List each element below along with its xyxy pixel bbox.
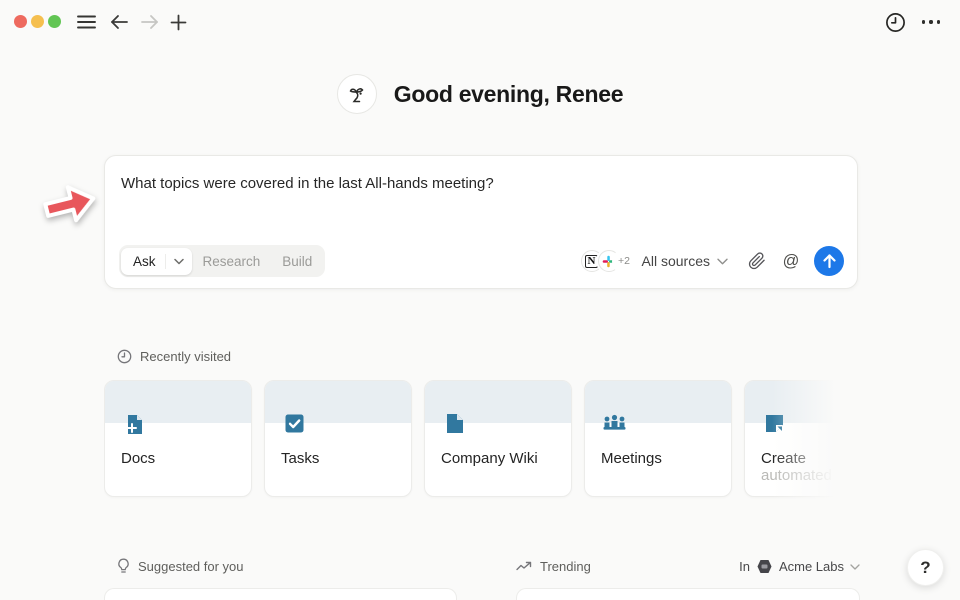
recently-visited-cards: Docs Tasks Company Wiki <box>104 380 860 500</box>
source-avatars: N +2 <box>581 250 635 272</box>
scope-prefix: In <box>739 559 750 574</box>
chevron-down-icon <box>166 258 192 265</box>
traffic-light-minimize[interactable] <box>31 15 44 28</box>
chevron-down-icon <box>850 564 860 570</box>
suggested-title: Suggested for you <box>138 559 244 574</box>
new-tab-icon[interactable] <box>167 11 189 33</box>
trending-header-row: Trending In Acme Labs <box>516 558 860 575</box>
org-name: Acme Labs <box>779 559 844 574</box>
doc-plus-icon <box>121 410 148 437</box>
mention-icon[interactable]: @ <box>778 248 804 274</box>
trending-header: Trending <box>516 559 591 574</box>
window-toolbar <box>0 0 960 44</box>
attachment-icon[interactable] <box>744 248 770 274</box>
all-sources-selector[interactable]: All sources <box>642 253 728 269</box>
history-icon[interactable] <box>884 11 906 33</box>
more-icon[interactable] <box>920 11 942 33</box>
lightbulb-icon <box>117 558 130 574</box>
help-button[interactable]: ? <box>907 549 944 586</box>
composer-toolbar: Ask Research Build N <box>119 245 844 277</box>
card-label: Docs <box>121 451 241 468</box>
traffic-light-maximize[interactable] <box>48 15 61 28</box>
back-icon[interactable] <box>108 11 130 33</box>
suggested-header: Suggested for you <box>117 558 244 574</box>
mode-research-button[interactable]: Research <box>192 248 272 275</box>
recently-visited-header: Recently visited <box>117 349 231 364</box>
chevron-down-icon <box>717 258 728 265</box>
card-label: Meetings <box>601 451 721 468</box>
meeting-people-icon <box>601 410 628 437</box>
card-docs[interactable]: Docs <box>104 380 252 497</box>
ask-composer: What topics were covered in the last All… <box>104 155 858 289</box>
card-label: Tasks <box>281 451 401 468</box>
greeting: Good evening, Renee <box>0 74 960 114</box>
card-meetings[interactable]: Meetings <box>584 380 732 497</box>
card-create-automated[interactable]: Create automated … <box>744 380 860 497</box>
task-check-icon <box>281 410 308 437</box>
all-sources-label: All sources <box>642 253 710 269</box>
menu-icon[interactable] <box>75 11 97 33</box>
extra-sources-badge: +2 <box>614 251 635 272</box>
recently-visited-title: Recently visited <box>140 349 231 364</box>
trend-up-icon <box>516 561 532 572</box>
query-input[interactable]: What topics were covered in the last All… <box>121 174 841 194</box>
page-title: Good evening, Renee <box>394 81 623 108</box>
palm-tree-icon <box>337 74 377 114</box>
trending-title: Trending <box>540 559 591 574</box>
card-label: Company Wiki <box>441 451 561 468</box>
suggested-card-peek[interactable] <box>104 588 457 600</box>
submit-arrow-icon[interactable] <box>814 246 844 276</box>
org-scope-selector[interactable]: In Acme Labs <box>739 558 860 575</box>
mode-build-button[interactable]: Build <box>271 248 323 275</box>
card-tasks[interactable]: Tasks <box>264 380 412 497</box>
forward-icon[interactable] <box>138 11 160 33</box>
org-badge-icon <box>756 558 773 575</box>
mode-ask-button[interactable]: Ask <box>121 248 192 275</box>
mode-ask-label: Ask <box>133 254 166 269</box>
traffic-light-close[interactable] <box>14 15 27 28</box>
clock-icon <box>117 349 132 364</box>
mode-switcher: Ask Research Build <box>119 245 325 277</box>
annotation-arrow-icon <box>37 173 105 236</box>
wiki-page-icon <box>441 410 468 437</box>
composer-right-tools: N +2 All sources <box>581 246 844 276</box>
automation-note-icon <box>761 410 788 437</box>
trending-card-peek[interactable] <box>516 588 860 600</box>
card-label: Create automated … <box>761 451 860 484</box>
card-company-wiki[interactable]: Company Wiki <box>424 380 572 497</box>
